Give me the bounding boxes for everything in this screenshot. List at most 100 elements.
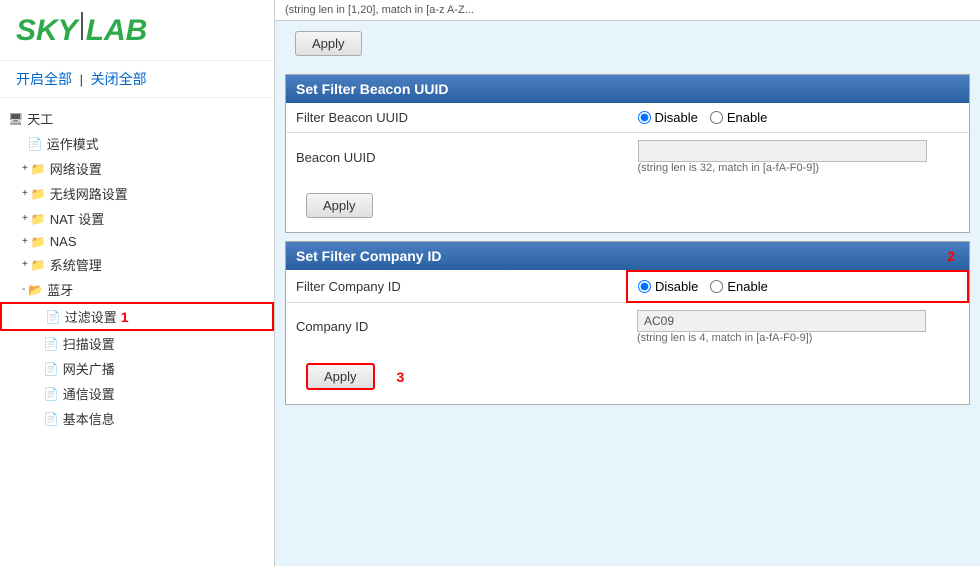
apply-button-beacon[interactable]: Apply [306,193,373,218]
file-icon: 📄 [44,337,59,351]
file-icon: 📄 [46,310,61,324]
sidebar-label: 扫描设置 [63,334,115,353]
file-icon: 📄 [44,362,59,376]
nav-tree: 🖥 天工 📄 运作模式 + 📁 网络设置 + 📁 无线网路设置 + 📁 NAT … [0,98,274,566]
expand-icon [38,388,41,399]
apply-button-1[interactable]: Apply [295,31,362,56]
toggle-separator: | [80,72,83,87]
company-id-label: Company ID [286,302,627,351]
radio-group-company: Disable Enable [638,279,957,294]
folder-icon: 📁 [31,162,46,176]
sidebar-label: 运作模式 [47,134,99,153]
radio-disable-beacon[interactable]: Disable [638,110,698,125]
beacon-uuid-hint: (string len is 32, match in [a-fA-F0-9]) [638,162,960,174]
section-company-id-header: Set Filter Company ID 2 [286,242,969,270]
open-all-link[interactable]: 开启全部 [16,71,72,87]
main-content: (string len in [1,20], match in [a-z A-Z… [275,0,980,566]
radio-enable-company-label: Enable [727,279,767,294]
sidebar-label: 系统管理 [50,255,102,274]
company-id-input[interactable] [637,310,926,332]
top-partial-text: (string len in [1,20], match in [a-z A-Z… [285,4,474,16]
first-apply-area: Apply [275,21,980,66]
section-company-id: Set Filter Company ID 2 Filter Company I… [285,241,970,405]
radio-enable-company-input[interactable] [710,280,723,293]
expand-icon [38,413,41,424]
sidebar-label: 网络设置 [50,159,102,178]
expand-icon: + [22,259,28,270]
sidebar-item-nas[interactable]: + 📁 NAS [0,231,274,252]
sidebar: SKYLAB 开启全部 | 关闭全部 🖥 天工 📄 运作模式 + 📁 网络设置 … [0,0,275,566]
radio-disable-company-label: Disable [655,279,698,294]
radio-enable-label: Enable [727,110,767,125]
sidebar-label: 通信设置 [63,384,115,403]
folder-icon: 📁 [31,258,46,272]
top-partial-bar: (string len in [1,20], match in [a-z A-Z… [275,0,980,21]
expand-icon [40,311,43,322]
file-icon: 📄 [44,387,59,401]
table-row: Filter Beacon UUID Disable Enable [286,103,969,133]
section-beacon-uuid: Set Filter Beacon UUID Filter Beacon UUI… [285,74,970,233]
toggle-area: 开启全部 | 关闭全部 [0,61,274,98]
beacon-uuid-label: Beacon UUID [286,133,628,182]
beacon-uuid-table: Filter Beacon UUID Disable Enable [286,103,969,181]
sidebar-label: 无线网路设置 [50,184,128,203]
apply-button-company[interactable]: Apply [306,363,375,390]
radio-enable-beacon-input[interactable] [710,111,723,124]
sidebar-item-gateway-broadcast[interactable]: 📄 网关广播 [0,356,274,381]
sidebar-item-comm-settings[interactable]: 📄 通信设置 [0,381,274,406]
logo-text: SKY [16,14,78,48]
section-beacon-uuid-header: Set Filter Beacon UUID [286,75,969,103]
beacon-uuid-input[interactable] [638,140,927,162]
table-row: Filter Company ID Disable Enable [286,271,968,302]
sidebar-item-wangluoshezhi[interactable]: + 📁 网络设置 [0,156,274,181]
tree-root-label: 天工 [27,109,53,128]
apply-row-company: Apply 3 [286,351,969,404]
folder-icon: 📂 [28,283,43,297]
apply-row-beacon: Apply [286,181,969,232]
radio-disable-company-input[interactable] [638,280,651,293]
sidebar-item-nat[interactable]: + 📁 NAT 设置 [0,206,274,231]
sidebar-label: NAS [50,234,77,249]
file-icon: 📄 [44,412,59,426]
expand-icon: + [22,163,28,174]
radio-disable-label: Disable [655,110,698,125]
table-row: Company ID (string len is 4, match in [a… [286,302,968,351]
expand-icon: + [22,188,28,199]
company-id-table: Filter Company ID Disable Enable [286,270,969,351]
sidebar-item-filter-settings[interactable]: 📄 过滤设置 1 [0,302,274,331]
beacon-uuid-value: (string len is 32, match in [a-fA-F0-9]) [628,133,970,182]
filter-beacon-uuid-label: Filter Beacon UUID [286,103,628,133]
sidebar-item-wuxian[interactable]: + 📁 无线网路设置 [0,181,274,206]
radio-disable-beacon-input[interactable] [638,111,651,124]
radio-enable-company[interactable]: Enable [710,279,767,294]
sidebar-label: 网关广播 [63,359,115,378]
company-id-hint: (string len is 4, match in [a-fA-F0-9]) [637,332,958,344]
number-label-3: 3 [397,369,405,385]
logo-text2: LAB [86,14,148,48]
sidebar-item-basic-info[interactable]: 📄 基本信息 [0,406,274,431]
filter-company-id-label: Filter Company ID [286,271,627,302]
radio-enable-beacon[interactable]: Enable [710,110,767,125]
sidebar-item-bluetooth[interactable]: - 📂 蓝牙 [0,277,274,302]
radio-disable-company[interactable]: Disable [638,279,698,294]
expand-icon: + [22,213,28,224]
folder-icon: 📁 [31,235,46,249]
close-all-link[interactable]: 关闭全部 [91,71,147,87]
expand-icon [38,363,41,374]
logo-divider [81,12,83,40]
table-row: Beacon UUID (string len is 32, match in … [286,133,969,182]
file-icon: 📄 [28,137,43,151]
sidebar-item-xitong[interactable]: + 📁 系统管理 [0,252,274,277]
expand-icon: - [22,284,25,295]
tree-icon: 🖥 [8,112,23,126]
expand-icon: + [22,236,28,247]
number-label-2: 2 [947,248,955,264]
number-label-1: 1 [121,309,129,325]
tree-root[interactable]: 🖥 天工 [0,106,274,131]
folder-icon: 📁 [31,187,46,201]
sidebar-item-yunzuomoshi[interactable]: 📄 运作模式 [0,131,274,156]
sidebar-item-scan-settings[interactable]: 📄 扫描设置 [0,331,274,356]
sidebar-label: NAT 设置 [50,209,104,228]
sidebar-label: 蓝牙 [47,280,73,299]
filter-beacon-uuid-value: Disable Enable [628,103,970,133]
